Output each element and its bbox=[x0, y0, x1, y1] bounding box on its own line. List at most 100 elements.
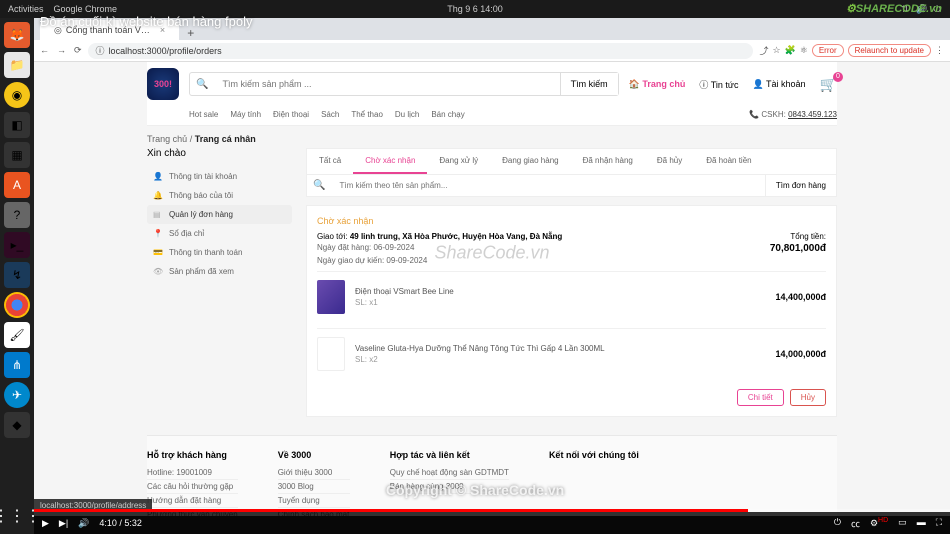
footer-heading: Về 3000 bbox=[278, 450, 350, 460]
theater-button[interactable]: ▬ bbox=[917, 517, 926, 530]
share-icon[interactable]: ⤴ bbox=[759, 44, 768, 57]
breadcrumb: Trang chủ / Trang cá nhân bbox=[147, 126, 837, 148]
site-info-icon[interactable]: ⓘ bbox=[96, 44, 105, 57]
dock-vscode[interactable]: ⋔ bbox=[4, 352, 30, 378]
next-button[interactable]: ▶| bbox=[59, 518, 68, 529]
cat-hotsale[interactable]: Hot sale bbox=[189, 110, 218, 119]
nav-news[interactable]: ⓘ Tin tức bbox=[699, 78, 738, 91]
footer-col-support: Hỗ trợ khách hàng Hotline: 19001009 Các … bbox=[147, 450, 238, 516]
order-search-bar: 🔍 Tìm đơn hàng bbox=[306, 174, 837, 197]
nav-account[interactable]: 👤 Tài khoản bbox=[752, 79, 805, 90]
autoplay-toggle[interactable]: ⏻ bbox=[834, 517, 841, 530]
user-icon: 👤 bbox=[153, 172, 163, 181]
search-button[interactable]: Tìm kiếm bbox=[560, 73, 618, 95]
settings-button[interactable]: ⚙HD bbox=[870, 517, 888, 530]
dock-cursor[interactable]: ↯ bbox=[4, 262, 30, 288]
address-bar[interactable]: ⓘ localhost:3000/profile/orders bbox=[88, 43, 754, 59]
dock-app-extra[interactable]: ◆ bbox=[4, 412, 30, 438]
bell-icon: 🔔 bbox=[153, 191, 163, 200]
play-button[interactable]: ▶ bbox=[42, 518, 49, 529]
sidebar-item-address[interactable]: 📍Sổ địa chỉ bbox=[147, 224, 292, 243]
sidebar-item-viewed[interactable]: 👁Sản phẩm đã xem bbox=[147, 262, 292, 281]
dock-app-dark2[interactable]: ▦ bbox=[4, 142, 30, 168]
cart-button[interactable]: 🛒0 bbox=[820, 76, 837, 93]
pin-icon: 📍 bbox=[153, 229, 163, 238]
product-qty: SL: x1 bbox=[355, 298, 765, 307]
footer-link[interactable]: Hướng dẫn đặt hàng bbox=[147, 494, 238, 508]
phone-icon: 📞 bbox=[749, 110, 759, 119]
captions-button[interactable]: ㏄ bbox=[851, 517, 860, 530]
card-icon: 💳 bbox=[153, 248, 163, 257]
cat-dulich[interactable]: Du lịch bbox=[395, 110, 419, 119]
footer-link[interactable]: Hotline: 19001009 bbox=[147, 466, 238, 480]
cat-sach[interactable]: Sách bbox=[321, 110, 339, 119]
video-title-overlay: Đồ án cuối kì website bán hàng fpoly bbox=[40, 14, 252, 29]
activities-btn[interactable]: Activities bbox=[8, 4, 44, 14]
dock-help[interactable]: ? bbox=[4, 202, 30, 228]
footer-heading: Hợp tác và liên kết bbox=[390, 450, 509, 460]
active-app-label[interactable]: Google Chrome bbox=[54, 4, 118, 14]
dock-terminal[interactable]: ▸_ bbox=[4, 232, 30, 258]
cat-banchay[interactable]: Bán chạy bbox=[431, 110, 464, 119]
order-cancel-button[interactable]: Hủy bbox=[790, 389, 826, 406]
gear-icon: ⚙ bbox=[846, 3, 856, 15]
nav-home[interactable]: 🏠 Trang chủ bbox=[629, 79, 686, 90]
sidebar-greeting: Xin chào bbox=[147, 148, 292, 159]
order-search-input[interactable] bbox=[331, 175, 764, 196]
page-content: 300! 🔍 Tìm kiếm 🏠 Trang chủ ⓘ Tin tức 👤 … bbox=[34, 62, 950, 516]
sharecode-watermark-logo: ⚙SHARECODE.vn bbox=[846, 2, 942, 15]
order-search-button[interactable]: Tìm đơn hàng bbox=[765, 175, 836, 196]
reload-button[interactable]: ⟳ bbox=[74, 45, 82, 56]
cat-maytinh[interactable]: Máy tính bbox=[230, 110, 261, 119]
relaunch-badge[interactable]: Relaunch to update bbox=[848, 44, 931, 57]
sidebar-item-notifications[interactable]: 🔔Thông báo của tôi bbox=[147, 186, 292, 205]
tab-received[interactable]: Đã nhận hàng bbox=[571, 149, 645, 174]
react-devtools-icon[interactable]: ⚛ bbox=[800, 45, 808, 56]
volume-button[interactable]: 🔊 bbox=[78, 518, 89, 529]
cat-thethao[interactable]: Thể thao bbox=[351, 110, 383, 119]
browser-menu-icon[interactable]: ⋮ bbox=[935, 45, 944, 56]
video-time: 4:10 / 5:32 bbox=[99, 518, 142, 528]
tab-all[interactable]: Tất cả bbox=[307, 149, 353, 174]
tab-processing[interactable]: Đang xử lý bbox=[427, 149, 490, 174]
dock-paint[interactable]: 🖌 bbox=[4, 322, 30, 348]
extensions-icon[interactable]: 🧩 bbox=[785, 45, 796, 56]
dock-telegram[interactable]: ✈ bbox=[4, 382, 30, 408]
sidebar-item-payment[interactable]: 💳Thông tin thanh toán bbox=[147, 243, 292, 262]
forward-button[interactable]: → bbox=[57, 45, 66, 56]
footer-link[interactable]: Quy chế hoạt động sàn GDTMDT bbox=[390, 466, 509, 480]
breadcrumb-root[interactable]: Trang chủ bbox=[147, 134, 187, 144]
dock-app-yellow[interactable]: ◉ bbox=[4, 82, 30, 108]
product-price: 14,000,000đ bbox=[775, 349, 826, 359]
cat-dienthoai[interactable]: Điện thoại bbox=[273, 110, 309, 119]
footer-link[interactable]: Giới thiệu 3000 bbox=[278, 466, 350, 480]
miniplayer-button[interactable]: ▭ bbox=[898, 517, 907, 530]
main-area: ◎ Cổng thanh toán V… × + ← → ⟳ ⓘ localho… bbox=[34, 18, 950, 516]
sidebar-item-account[interactable]: 👤Thông tin tài khoản bbox=[147, 167, 292, 186]
tab-pending[interactable]: Chờ xác nhận bbox=[353, 149, 427, 174]
star-icon[interactable]: ☆ bbox=[772, 45, 780, 56]
site-logo[interactable]: 300! bbox=[147, 68, 179, 100]
footer-heading: Hỗ trợ khách hàng bbox=[147, 450, 238, 460]
dock-app-dark[interactable]: ◧ bbox=[4, 112, 30, 138]
dock-software[interactable]: A bbox=[4, 172, 30, 198]
product-qty: SL: x2 bbox=[355, 355, 765, 364]
dock-firefox[interactable]: 🦊 bbox=[4, 22, 30, 48]
footer-link[interactable]: Các câu hỏi thường gặp bbox=[147, 480, 238, 494]
sidebar-item-orders[interactable]: ▤Quản lý đơn hàng bbox=[147, 205, 292, 224]
tab-shipping[interactable]: Đang giao hàng bbox=[490, 149, 571, 174]
footer-link[interactable]: 3000 Blog bbox=[278, 480, 350, 494]
order-detail-button[interactable]: Chi tiết bbox=[737, 389, 784, 406]
error-badge[interactable]: Error bbox=[812, 44, 844, 57]
profile-sidebar: Xin chào 👤Thông tin tài khoản 🔔Thông báo… bbox=[147, 148, 292, 417]
hotline: 📞 CSKH: 0843.459.123 bbox=[749, 110, 837, 119]
footer-link[interactable]: Bán hàng cùng 3000 bbox=[390, 480, 509, 494]
tab-refunded[interactable]: Đã hoàn tiền bbox=[694, 149, 763, 174]
tab-cancelled[interactable]: Đã hủy bbox=[645, 149, 694, 174]
footer-link[interactable]: Tuyển dụng bbox=[278, 494, 350, 508]
dock-chrome[interactable] bbox=[4, 292, 30, 318]
back-button[interactable]: ← bbox=[40, 45, 49, 56]
dock-files[interactable]: 📁 bbox=[4, 52, 30, 78]
search-input[interactable] bbox=[214, 73, 559, 95]
fullscreen-button[interactable]: ⛶ bbox=[936, 517, 942, 530]
